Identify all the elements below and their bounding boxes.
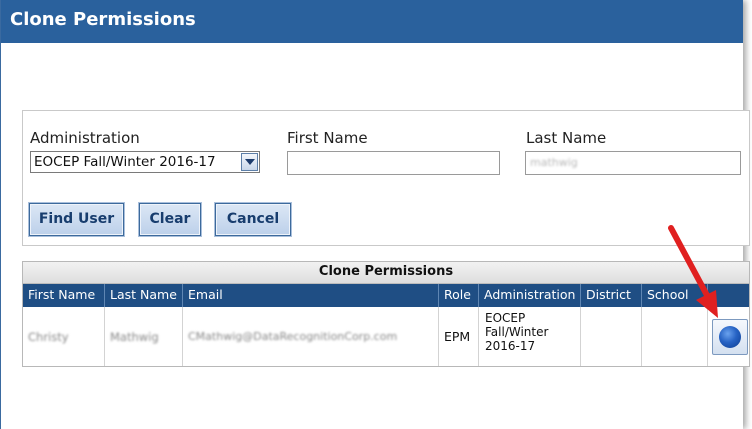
first-name-input[interactable] [287,151,500,175]
administration-line-1: EOCEP [485,311,526,325]
title-bar: Clone Permissions [1,0,743,43]
cell-administration: EOCEP Fall/Winter 2016-17 [479,307,581,366]
column-header-action [708,284,749,307]
column-header-first-name: First Name [23,284,105,307]
clear-button[interactable]: Clear [139,203,201,236]
cancel-button[interactable]: Cancel [215,203,291,236]
column-header-last-name: Last Name [105,284,183,307]
first-name-value: Christy [28,330,69,344]
cell-role: EPM [439,307,479,366]
cell-last-name: Mathwig [105,307,183,366]
cell-email: CMathwig@DataRecognitionCorp.com [183,307,439,366]
last-name-label: Last Name [526,129,607,147]
last-name-value: Mathwig [110,330,159,344]
administration-select-value: EOCEP Fall/Winter 2016-17 [34,154,216,170]
column-header-district: District [581,284,642,307]
first-name-label: First Name [287,129,368,147]
administration-line-2: Fall/Winter [485,325,549,339]
chevron-down-icon [245,159,255,165]
email-value: CMathwig@DataRecognitionCorp.com [188,330,398,343]
column-header-school: School [642,284,708,307]
cell-district [581,307,642,366]
column-header-administration: Administration [479,284,581,307]
column-header-role: Role [439,284,479,307]
find-user-button[interactable]: Find User [29,203,124,236]
table-caption: Clone Permissions [23,262,749,284]
administration-select[interactable]: EOCEP Fall/Winter 2016-17 [30,151,260,173]
blue-circle-select-icon [719,326,741,348]
administration-label: Administration [30,129,140,147]
last-name-input-value: mathwig [530,156,578,169]
role-value: EPM [444,329,471,344]
cell-first-name: Christy [23,307,105,366]
results-table: Clone Permissions First Name Last Name E… [22,261,750,367]
table-header-row: First Name Last Name Email Role Administ… [23,284,749,307]
dropdown-button[interactable] [241,153,258,171]
window-title: Clone Permissions [10,9,196,30]
clone-permissions-window: Clone Permissions Administration First N… [0,0,750,429]
last-name-input[interactable]: mathwig [525,151,741,175]
search-form: Administration First Name Last Name EOCE… [22,110,750,246]
administration-line-3: 2016-17 [485,339,536,353]
select-row-button[interactable] [712,319,748,355]
cell-school [642,307,708,366]
column-header-email: Email [183,284,439,307]
